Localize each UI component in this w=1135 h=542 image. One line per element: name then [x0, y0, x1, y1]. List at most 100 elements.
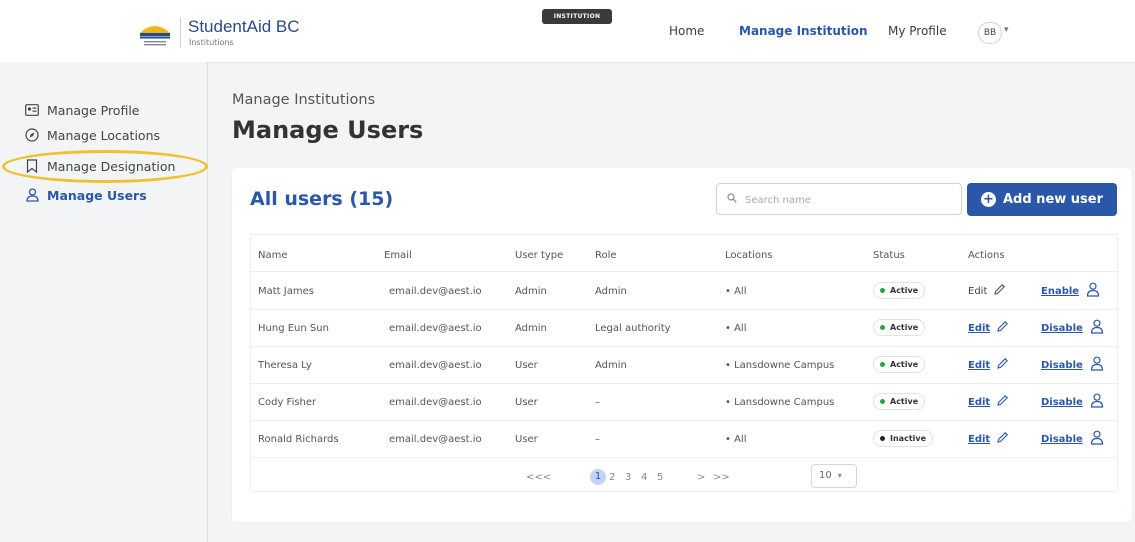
edit-user-button[interactable]: Edit: [968, 357, 1009, 373]
sidebar-item-label: Manage Locations: [47, 127, 161, 143]
cell-user-type: User: [515, 434, 538, 445]
edit-user-button[interactable]: Edit: [968, 431, 1009, 447]
edit-user-button[interactable]: Edit: [968, 394, 1009, 410]
toggle-label: Disable: [1041, 359, 1083, 371]
nav-manage-institution[interactable]: Manage Institution: [739, 24, 868, 38]
environment-badge: INSTITUTION: [542, 9, 612, 24]
cell-location: • Lansdowne Campus: [725, 360, 835, 371]
brand-title[interactable]: StudentAid BC: [188, 17, 300, 37]
first-page-button[interactable]: <<: [526, 472, 543, 483]
status-label: Active: [890, 323, 919, 332]
status-badge: Active: [873, 319, 926, 336]
status-badge: Active: [873, 393, 926, 410]
sidebar-item-manage-locations[interactable]: Manage Locations: [24, 125, 160, 145]
toggle-user-button[interactable]: Disable: [1041, 393, 1104, 411]
nav-home[interactable]: Home: [669, 24, 704, 38]
sidebar-item-label: Manage Users: [47, 187, 147, 203]
cell-role: –: [595, 434, 600, 445]
sidebar-item-label: Manage Profile: [47, 102, 140, 118]
page-2-button[interactable]: 2: [609, 472, 615, 483]
rows-per-page-select[interactable]: 10 ▾: [811, 464, 857, 488]
cell-user-type: Admin: [515, 286, 547, 297]
pencil-icon: [993, 283, 1006, 299]
sidebar: Manage Profile Manage Locations Manage D…: [0, 62, 208, 542]
profile-card-icon: [24, 102, 40, 118]
edit-user-button[interactable]: Edit: [968, 320, 1009, 336]
cell-location: • Lansdowne Campus: [725, 397, 835, 408]
cell-name: Theresa Ly: [258, 360, 312, 371]
next-page-button[interactable]: >: [697, 472, 705, 483]
cell-user-type: Admin: [515, 323, 547, 334]
toggle-user-button[interactable]: Disable: [1041, 430, 1104, 448]
top-header: StudentAid BC Institutions INSTITUTION H…: [0, 0, 1135, 63]
prev-page-button[interactable]: <: [543, 472, 551, 483]
edit-label: Edit: [968, 359, 991, 371]
compass-icon: [24, 127, 40, 143]
column-header-user-type[interactable]: User type: [515, 250, 563, 261]
search-box[interactable]: [716, 183, 962, 215]
toggle-label: Disable: [1041, 433, 1083, 445]
nav-my-profile[interactable]: My Profile: [888, 24, 947, 38]
sidebar-item-manage-users[interactable]: Manage Users: [24, 185, 147, 205]
cell-name: Hung Eun Sun: [258, 323, 329, 334]
column-header-email[interactable]: Email: [384, 250, 412, 261]
breadcrumb[interactable]: Manage Institutions: [232, 92, 375, 108]
last-page-button[interactable]: >>: [713, 472, 730, 483]
user-icon: [1090, 430, 1104, 448]
toggle-label: Enable: [1041, 285, 1080, 297]
status-badge: Inactive: [873, 430, 934, 447]
page-3-button[interactable]: 3: [625, 472, 631, 483]
edit-label: Edit: [968, 433, 991, 445]
status-dot-icon: [880, 325, 885, 330]
add-new-user-label: Add new user: [1002, 192, 1104, 207]
status-dot-icon: [880, 399, 885, 404]
column-header-role[interactable]: Role: [595, 250, 617, 261]
status-dot-icon: [880, 362, 885, 367]
cell-role: Admin: [595, 286, 627, 297]
cell-email: email.dev@aest.io: [389, 286, 482, 297]
designation-highlight: [2, 150, 208, 183]
status-dot-icon: [880, 288, 885, 293]
row-divider: [251, 309, 1117, 310]
edit-user-button[interactable]: Edit: [968, 283, 1006, 299]
user-icon: [1086, 282, 1100, 300]
column-header-name[interactable]: Name: [258, 250, 288, 261]
cell-email: email.dev@aest.io: [389, 397, 482, 408]
toggle-user-button[interactable]: Disable: [1041, 356, 1104, 374]
cell-location: • All: [725, 286, 747, 297]
sidebar-item-manage-profile[interactable]: Manage Profile: [24, 100, 140, 120]
page-5-button[interactable]: 5: [657, 472, 663, 483]
user-icon: [24, 187, 40, 203]
column-header-locations[interactable]: Locations: [725, 250, 773, 261]
user-icon: [1090, 393, 1104, 411]
brand-divider: [180, 18, 181, 48]
header-divider: [251, 271, 1117, 272]
chevron-down-icon[interactable]: ▾: [1004, 25, 1009, 35]
toggle-user-button[interactable]: Disable: [1041, 319, 1104, 337]
bc-logo[interactable]: [136, 17, 174, 47]
chevron-down-icon: ▾: [837, 471, 842, 480]
column-header-actions: Actions: [968, 250, 1005, 261]
status-label: Active: [890, 286, 919, 295]
column-header-status[interactable]: Status: [873, 250, 905, 261]
status-label: Active: [890, 397, 919, 406]
pencil-icon: [996, 394, 1009, 410]
row-divider: [251, 457, 1117, 458]
toggle-user-button[interactable]: Enable: [1041, 282, 1100, 300]
add-new-user-button[interactable]: + Add new user: [967, 183, 1117, 216]
brand-subtitle: Institutions: [189, 38, 234, 47]
user-avatar[interactable]: BB: [978, 22, 1002, 44]
status-label: Inactive: [890, 434, 927, 443]
cell-name: Ronald Richards: [258, 434, 339, 445]
pencil-icon: [996, 431, 1009, 447]
search-icon: [727, 193, 737, 203]
row-divider: [251, 420, 1117, 421]
page-4-button[interactable]: 4: [641, 472, 647, 483]
search-input[interactable]: [743, 190, 947, 210]
row-divider: [251, 383, 1117, 384]
page-1-button[interactable]: 1: [590, 469, 606, 485]
cell-role: Legal authority: [595, 323, 671, 334]
plus-icon: +: [980, 192, 996, 207]
users-count-title: All users (15): [250, 188, 394, 210]
row-divider: [251, 346, 1117, 347]
